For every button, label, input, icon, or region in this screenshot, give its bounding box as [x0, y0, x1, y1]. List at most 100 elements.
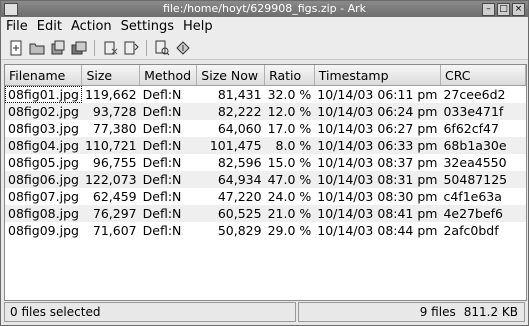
cell-method: Defl:N [142, 87, 182, 102]
column-method[interactable]: Method [139, 65, 198, 86]
cell-size-now: 60,525 [196, 205, 265, 222]
cell-method: Defl:N [139, 103, 197, 120]
cell-crc: 2afc0bdf [443, 223, 499, 238]
table-header: Filename Size Method Size Now Ratio Time… [5, 65, 526, 86]
cell-ratio: 29.0 % [267, 223, 312, 238]
cell-crc: 32ea4550 [443, 155, 507, 170]
cell-crc: 4e27bef6 [440, 205, 526, 222]
cell-timestamp: 10/14/03 08:37 pm [317, 155, 438, 170]
new-archive-icon[interactable] [7, 39, 25, 57]
cell-method: Defl:N [142, 121, 182, 136]
cell-timestamp: 10/14/03 08:41 pm [314, 205, 441, 222]
table-row[interactable]: 08fig08.jpg 76,297 Defl:N 60,525 21.0 % … [5, 205, 526, 222]
cell-timestamp: 10/14/03 08:31 pm [314, 171, 441, 188]
cell-method: Defl:N [142, 155, 182, 170]
table-row[interactable]: 08fig05.jpg 96,755 Defl:N 82,596 15.0 % … [5, 154, 526, 171]
cell-size: 62,459 [92, 189, 137, 204]
cell-timestamp: 10/14/03 06:11 pm [317, 87, 438, 102]
cell-timestamp: 10/14/03 08:44 pm [317, 223, 438, 238]
menu-help[interactable]: Help [183, 17, 213, 37]
cell-ratio: 17.0 % [267, 121, 312, 136]
column-filename[interactable]: Filename [5, 65, 83, 86]
maximize-button[interactable]: □ [497, 3, 510, 16]
add-folder-icon[interactable] [70, 39, 88, 57]
table-row[interactable]: 08fig02.jpg 93,728 Defl:N 82,222 12.0 % … [5, 103, 526, 120]
window-title: file:/home/hoyt/629908_figs.zip - Ark [162, 2, 367, 15]
add-files-icon[interactable] [49, 39, 67, 57]
cell-filename: 08fig07.jpg [8, 189, 79, 204]
status-summary: 9 files 811.2 KB [298, 302, 525, 322]
open-archive-icon[interactable] [28, 39, 46, 57]
cell-size: 122,073 [81, 171, 140, 188]
menu-bar: File Edit Action Settings Help [1, 17, 528, 37]
cell-size: 71,607 [92, 223, 137, 238]
column-timestamp[interactable]: Timestamp [314, 65, 441, 86]
cell-ratio: 12.0 % [264, 103, 315, 120]
table-row[interactable]: 08fig09.jpg 71,607 Defl:N 50,829 29.0 % … [5, 222, 526, 239]
delete-icon[interactable] [101, 39, 119, 57]
cell-crc: c4f1e63a [443, 189, 502, 204]
cell-ratio: 32.0 % [267, 87, 312, 102]
toolbar [1, 37, 528, 60]
view-icon[interactable] [153, 39, 171, 57]
cell-ratio: 8.0 % [264, 137, 315, 154]
status-total-size: 811.2 KB [463, 305, 518, 319]
cell-ratio: 21.0 % [264, 205, 315, 222]
cell-size: 96,755 [92, 155, 137, 170]
cell-timestamp: 10/14/03 06:27 pm [317, 121, 438, 136]
table-row[interactable]: 08fig01.jpg 119,662 Defl:N 81,431 32.0 %… [5, 85, 526, 103]
cell-filename: 08fig03.jpg [8, 121, 79, 136]
cell-ratio: 15.0 % [267, 155, 312, 170]
close-button[interactable]: × [512, 3, 525, 16]
cell-size: 77,380 [92, 121, 137, 136]
cell-size: 119,662 [84, 87, 137, 102]
extract-icon[interactable] [122, 39, 140, 57]
cell-timestamp: 10/14/03 08:30 pm [317, 189, 438, 204]
cell-crc: 50487125 [440, 171, 526, 188]
open-with-icon[interactable] [174, 39, 192, 57]
menu-edit[interactable]: Edit [37, 17, 62, 37]
cell-size-now: 82,222 [196, 103, 265, 120]
table-row[interactable]: 08fig03.jpg 77,380 Defl:N 64,060 17.0 % … [5, 120, 526, 137]
cell-method: Defl:N [139, 171, 197, 188]
cell-size: 110,721 [81, 137, 140, 154]
status-file-count: 9 files [419, 305, 456, 319]
minimize-button[interactable]: – [482, 3, 495, 16]
column-size[interactable]: Size [81, 65, 141, 86]
toolbar-separator [146, 40, 147, 56]
table-row[interactable]: 08fig07.jpg 62,459 Defl:N 47,220 24.0 % … [5, 188, 526, 205]
cell-filename: 08fig01.jpg [5, 85, 82, 103]
status-selected: 0 files selected [4, 302, 296, 322]
cell-ratio: 47.0 % [264, 171, 315, 188]
table-row[interactable]: 08fig06.jpg 122,073 Defl:N 64,934 47.0 %… [5, 171, 526, 188]
cell-filename: 08fig09.jpg [8, 223, 79, 238]
cell-size-now: 82,596 [217, 155, 262, 170]
column-ratio[interactable]: Ratio [264, 65, 315, 86]
cell-size: 76,297 [81, 205, 140, 222]
file-table: Filename Size Method Size Now Ratio Time… [5, 65, 526, 239]
cell-crc: 6f62cf47 [443, 121, 499, 136]
table-row[interactable]: 08fig04.jpg 110,721 Defl:N 101,475 8.0 %… [5, 137, 526, 154]
window-controls: – □ × [482, 3, 525, 16]
cell-crc: 27cee6d2 [443, 87, 506, 102]
menu-action[interactable]: Action [71, 17, 112, 37]
title-bar: file:/home/hoyt/629908_figs.zip - Ark – … [1, 1, 528, 17]
cell-filename: 08fig04.jpg [5, 137, 82, 154]
cell-method: Defl:N [139, 205, 197, 222]
cell-filename: 08fig02.jpg [5, 103, 82, 120]
column-crc[interactable]: CRC [440, 65, 526, 86]
menu-settings[interactable]: Settings [121, 17, 174, 37]
cell-timestamp: 10/14/03 06:33 pm [314, 137, 441, 154]
cell-crc: 033e471f [440, 103, 526, 120]
cell-timestamp: 10/14/03 06:24 pm [314, 103, 441, 120]
column-size-now[interactable]: Size Now [196, 65, 266, 86]
cell-filename: 08fig08.jpg [5, 205, 82, 222]
cell-method: Defl:N [142, 223, 182, 238]
cell-size-now: 101,475 [196, 137, 265, 154]
cell-filename: 08fig05.jpg [8, 155, 79, 170]
cell-size-now: 81,431 [217, 87, 262, 102]
file-list[interactable]: Filename Size Method Size Now Ratio Time… [4, 64, 527, 301]
cell-size-now: 47,220 [217, 189, 262, 204]
cell-size: 93,728 [81, 103, 140, 120]
menu-file[interactable]: File [6, 17, 28, 37]
